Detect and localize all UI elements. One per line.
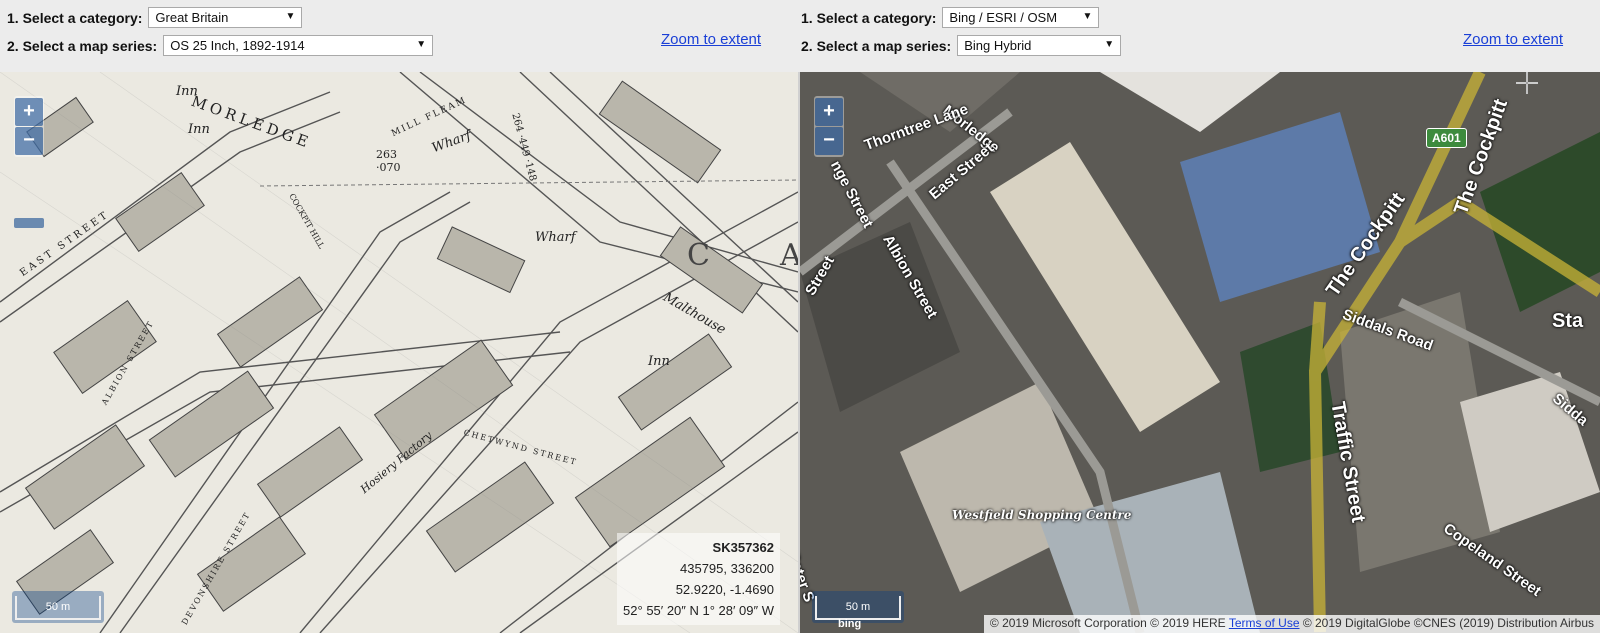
- coordinate-readout: SK357362 435795, 336200 52.9220, -1.4690…: [617, 533, 780, 625]
- right-category-row: 1. Select a category: Bing / ESRI / OSM …: [801, 7, 1100, 28]
- map-label: Inn: [176, 84, 198, 99]
- attribution-text: © 2019 DigitalGlobe ©CNES (2019) Distrib…: [1299, 616, 1594, 630]
- map-label: Inn: [648, 354, 670, 369]
- map-label: Inn: [188, 122, 210, 137]
- right-category-select[interactable]: Bing / ESRI / OSM ▼: [942, 7, 1100, 28]
- right-map-viewport[interactable]: Morledge Thorntree Lane East Street Albi…: [800, 72, 1600, 633]
- map-attribution: © 2019 Microsoft Corporation © 2019 HERE…: [983, 615, 1600, 633]
- left-category-label: 1. Select a category:: [7, 9, 143, 26]
- bing-logo: bing: [838, 618, 862, 630]
- left-map-viewport[interactable]: MORLEDGE Inn Wharf Wharf Malthouse MILL …: [0, 72, 798, 633]
- scale-label: 50 m: [15, 596, 101, 620]
- latlon-decimal: 52.9220, -1.4690: [675, 582, 774, 597]
- toolbar: 1. Select a category: Great Britain ▼ 2.…: [0, 0, 1600, 72]
- zoom-in-button[interactable]: +: [15, 98, 43, 126]
- left-category-row: 1. Select a category: Great Britain ▼: [7, 7, 303, 28]
- left-series-label: 2. Select a map series:: [7, 37, 158, 54]
- dropdown-arrow-icon: ▼: [1104, 39, 1115, 50]
- dropdown-arrow-icon: ▼: [416, 39, 427, 50]
- dropdown-arrow-icon: ▼: [1082, 11, 1093, 22]
- road-shield-badge: A601: [1426, 128, 1467, 148]
- zoom-out-button[interactable]: −: [15, 127, 43, 155]
- latlon-dms: 52° 55′ 20″ N 1° 28′ 09″ W: [623, 603, 774, 618]
- map-label: 263 ·070: [376, 148, 401, 174]
- left-scale-bar: 50 m: [12, 591, 104, 623]
- map-label: A: [780, 238, 798, 273]
- left-category-select[interactable]: Great Britain ▼: [148, 7, 303, 28]
- right-series-label: 2. Select a map series:: [801, 37, 952, 54]
- zoom-out-button[interactable]: −: [815, 127, 843, 155]
- opacity-slider-handle[interactable]: [14, 218, 44, 228]
- right-category-label: 1. Select a category:: [801, 9, 937, 26]
- right-zoom-extent-link[interactable]: Zoom to extent: [1463, 31, 1563, 48]
- attribution-text: © 2019 Microsoft Corporation © 2019 HERE: [989, 616, 1229, 630]
- right-zoom-control: + −: [814, 96, 844, 157]
- map-label: Wharf: [535, 230, 576, 245]
- dropdown-arrow-icon: ▼: [285, 11, 296, 22]
- map-label: C: [687, 238, 710, 273]
- left-category-value: Great Britain: [155, 10, 229, 25]
- terms-of-use-link[interactable]: Terms of Use: [1229, 616, 1300, 630]
- right-series-select[interactable]: Bing Hybrid ▼: [957, 35, 1122, 56]
- left-series-value: OS 25 Inch, 1892-1914: [170, 38, 305, 53]
- crosshair-icon: [1516, 72, 1538, 94]
- right-series-row: 2. Select a map series: Bing Hybrid ▼: [801, 35, 1122, 56]
- left-zoom-extent-link[interactable]: Zoom to extent: [661, 31, 761, 48]
- left-series-row: 2. Select a map series: OS 25 Inch, 1892…: [7, 35, 434, 56]
- grid-reference: SK357362: [712, 540, 774, 555]
- easting-northing: 435795, 336200: [680, 561, 774, 576]
- left-zoom-control: + −: [14, 96, 44, 157]
- map-label: Westfield Shopping Centre: [952, 508, 1132, 522]
- zoom-in-button[interactable]: +: [815, 98, 843, 126]
- left-series-select[interactable]: OS 25 Inch, 1892-1914 ▼: [163, 35, 434, 56]
- scale-label: 50 m: [815, 596, 901, 620]
- right-category-value: Bing / ESRI / OSM: [949, 10, 1058, 25]
- right-series-value: Bing Hybrid: [964, 38, 1032, 53]
- map-label: Sta: [1552, 310, 1584, 332]
